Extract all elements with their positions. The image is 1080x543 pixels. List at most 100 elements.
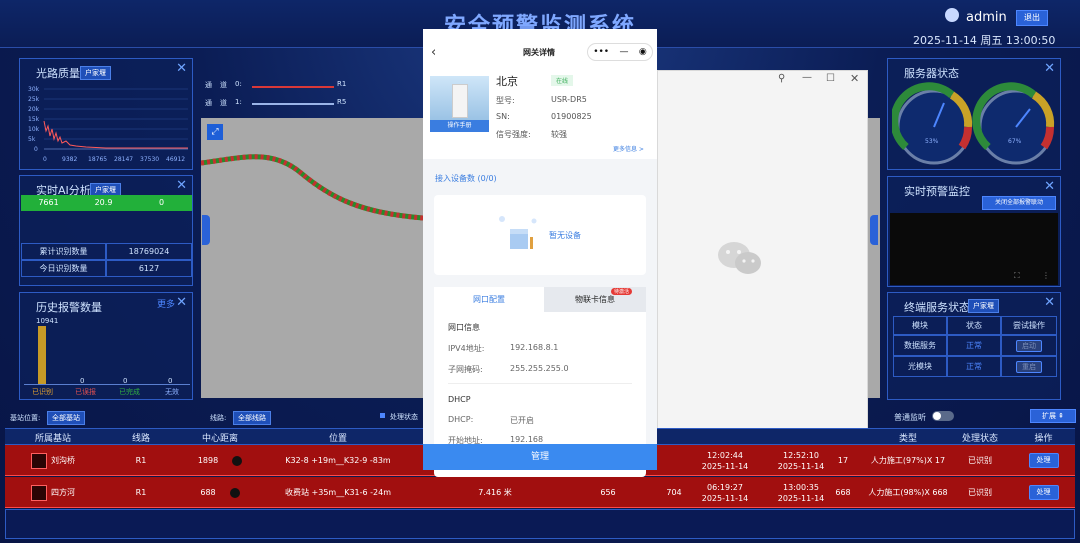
datetime: 2025-11-14 周五 13:00:50 (913, 34, 1056, 47)
more-icon[interactable]: ••• (593, 47, 609, 57)
action-cell: 处理 (1012, 445, 1075, 476)
distance-value: 688 (200, 488, 216, 497)
optical-chart: 30k 25k 20k 15k 10k 5k 0 0 9382 18765 28… (28, 86, 188, 163)
more-icon[interactable]: ⋮ (1042, 271, 1050, 280)
panel-title: 服务器状态 (904, 67, 959, 80)
process-button[interactable]: 处理 (1028, 453, 1059, 468)
expand-button[interactable]: 扩展 ⇞ (1030, 409, 1076, 423)
end-time: 12:52:10 (783, 450, 819, 460)
x-tick: 9382 (62, 156, 77, 163)
start-time-cell: 12:02:44 2025-11-14 (685, 445, 765, 476)
empty-box-icon (499, 216, 537, 249)
locate-icon[interactable] (229, 487, 240, 498)
pin-icon[interactable]: ⚲ (778, 73, 785, 84)
locate-icon[interactable] (232, 455, 243, 466)
x-tick: 37530 (140, 156, 159, 163)
more-info-link[interactable]: 更多信息 > (613, 144, 644, 153)
x-tick: 28147 (114, 156, 133, 163)
optical-site-select[interactable]: 户家堰 (80, 66, 111, 80)
collapse-right-handle[interactable] (870, 215, 878, 245)
user-avatar-icon (945, 8, 959, 22)
legend-line-r1 (252, 86, 334, 88)
y-tick: 0 (34, 146, 38, 153)
video-area[interactable] (890, 213, 1058, 285)
close-all-alarm-button[interactable]: 关闭全部报警联动 (982, 196, 1056, 210)
wechat-window: ⚲ — ☐ ✕ (657, 70, 868, 443)
line-cell: R1 (135, 456, 147, 465)
tab-port-config[interactable]: 网口配置 (434, 287, 544, 312)
count-cell: 17 (837, 456, 849, 465)
close-icon[interactable]: ✕ (1044, 61, 1055, 76)
manage-button[interactable]: 管理 (423, 444, 657, 470)
maximize-icon[interactable]: ☐ (826, 73, 835, 84)
optical-series-line (43, 120, 188, 149)
gateway-detail-phone: ‹ 网关详情 ••• — ◉ 操作手册 北京 在线 型号: USR-DR5 SN: … (423, 29, 657, 477)
distance-value: 1898 (197, 456, 219, 465)
module-name: 光模块 (893, 356, 947, 377)
y-tick: 20k (28, 106, 40, 113)
monitor-toggle[interactable] (932, 411, 954, 421)
close-icon[interactable]: ✕ (1044, 295, 1055, 310)
status-filter-label: 处理状态 (390, 413, 418, 421)
panel-title: 历史报警数量 (36, 301, 102, 314)
minimize-icon[interactable]: — (802, 72, 812, 83)
distance-cell: 688 (181, 477, 259, 508)
minimize-icon[interactable]: — (620, 47, 629, 57)
gauge-value: 53% (925, 138, 939, 145)
wechat-logo-icon (718, 242, 761, 274)
device-image: 操作手册 (430, 76, 489, 132)
process-button[interactable]: 处理 (1028, 485, 1059, 500)
close-icon[interactable]: ✕ (1044, 179, 1055, 194)
end-time: 13:00:35 (783, 482, 819, 492)
bar-label: 10941 (36, 317, 59, 325)
start-button[interactable]: 启动 (1016, 339, 1042, 352)
ipv4-value: 192.168.8.1 (510, 343, 559, 352)
total-label: 累计识别数量 (21, 243, 106, 260)
table-row[interactable]: 四方河 R1 688 收费站 +35m__K31-6 -24m 7.416 米 … (5, 477, 1075, 508)
value-a: 656 (600, 488, 616, 497)
panel-title: 终端服务状态 (904, 301, 970, 314)
manual-button[interactable]: 操作手册 (430, 120, 489, 132)
type-cell: 人力施工(97%)X 17 (870, 456, 946, 465)
restart-button[interactable]: 重启 (1016, 360, 1042, 373)
devices-card: 暂无设备 (434, 195, 646, 275)
panel-title: 光路质量 (36, 67, 80, 80)
ai-status-row: 7661 20.9 0 (21, 195, 192, 211)
sn-label: SN: (496, 112, 510, 121)
fullscreen-icon[interactable]: ⤢ (207, 124, 223, 140)
legend-text: 道 (220, 99, 227, 107)
station-name: 四方河 (51, 488, 75, 497)
close-icon[interactable]: ✕ (176, 295, 187, 310)
line-select[interactable]: 全部线路 (233, 411, 271, 425)
optical-quality-panel: 光路质量 户家堰 ✕ 30k 25k 20k 15k 10k 5k 0 0 93… (19, 58, 193, 170)
back-icon[interactable]: ‹ (431, 45, 436, 60)
ai-value: 7661 (38, 198, 59, 207)
model-value: USR-DR5 (551, 95, 587, 104)
collapse-left-handle[interactable] (202, 215, 210, 245)
terminal-site-select[interactable]: 户家堰 (968, 299, 999, 313)
station-icon (31, 452, 47, 469)
dhcp-value: 已开启 (510, 416, 534, 425)
line-label: 线路: (210, 414, 227, 422)
capsule-menu: ••• — ◉ (587, 43, 653, 61)
station-icon (31, 484, 47, 501)
devices-count-label: 接入设备数 (0/0) (435, 174, 497, 183)
username: admin (966, 10, 1007, 25)
y-tick: 30k (28, 86, 40, 93)
close-circle-icon[interactable]: ◉ (639, 47, 647, 57)
site-select[interactable]: 全部基站 (47, 411, 85, 425)
logout-button[interactable]: 退出 (1016, 10, 1048, 26)
map-area[interactable]: ⤢ (200, 118, 424, 398)
status-checkbox[interactable] (380, 413, 385, 418)
close-icon[interactable]: ✕ (176, 178, 187, 193)
table-header: 模块 (893, 316, 947, 335)
x-tick: 18765 (88, 156, 107, 163)
station-cell: 刘沟桥 (5, 445, 101, 476)
close-icon[interactable]: ✕ (850, 72, 859, 85)
fullscreen-icon[interactable]: ⛶ (1014, 271, 1020, 281)
route-line (200, 154, 424, 221)
close-icon[interactable]: ✕ (176, 61, 187, 76)
col-header: 处理状态 (961, 434, 998, 444)
more-link[interactable]: 更多 (157, 297, 175, 310)
start-time: 06:19:27 (707, 482, 743, 492)
